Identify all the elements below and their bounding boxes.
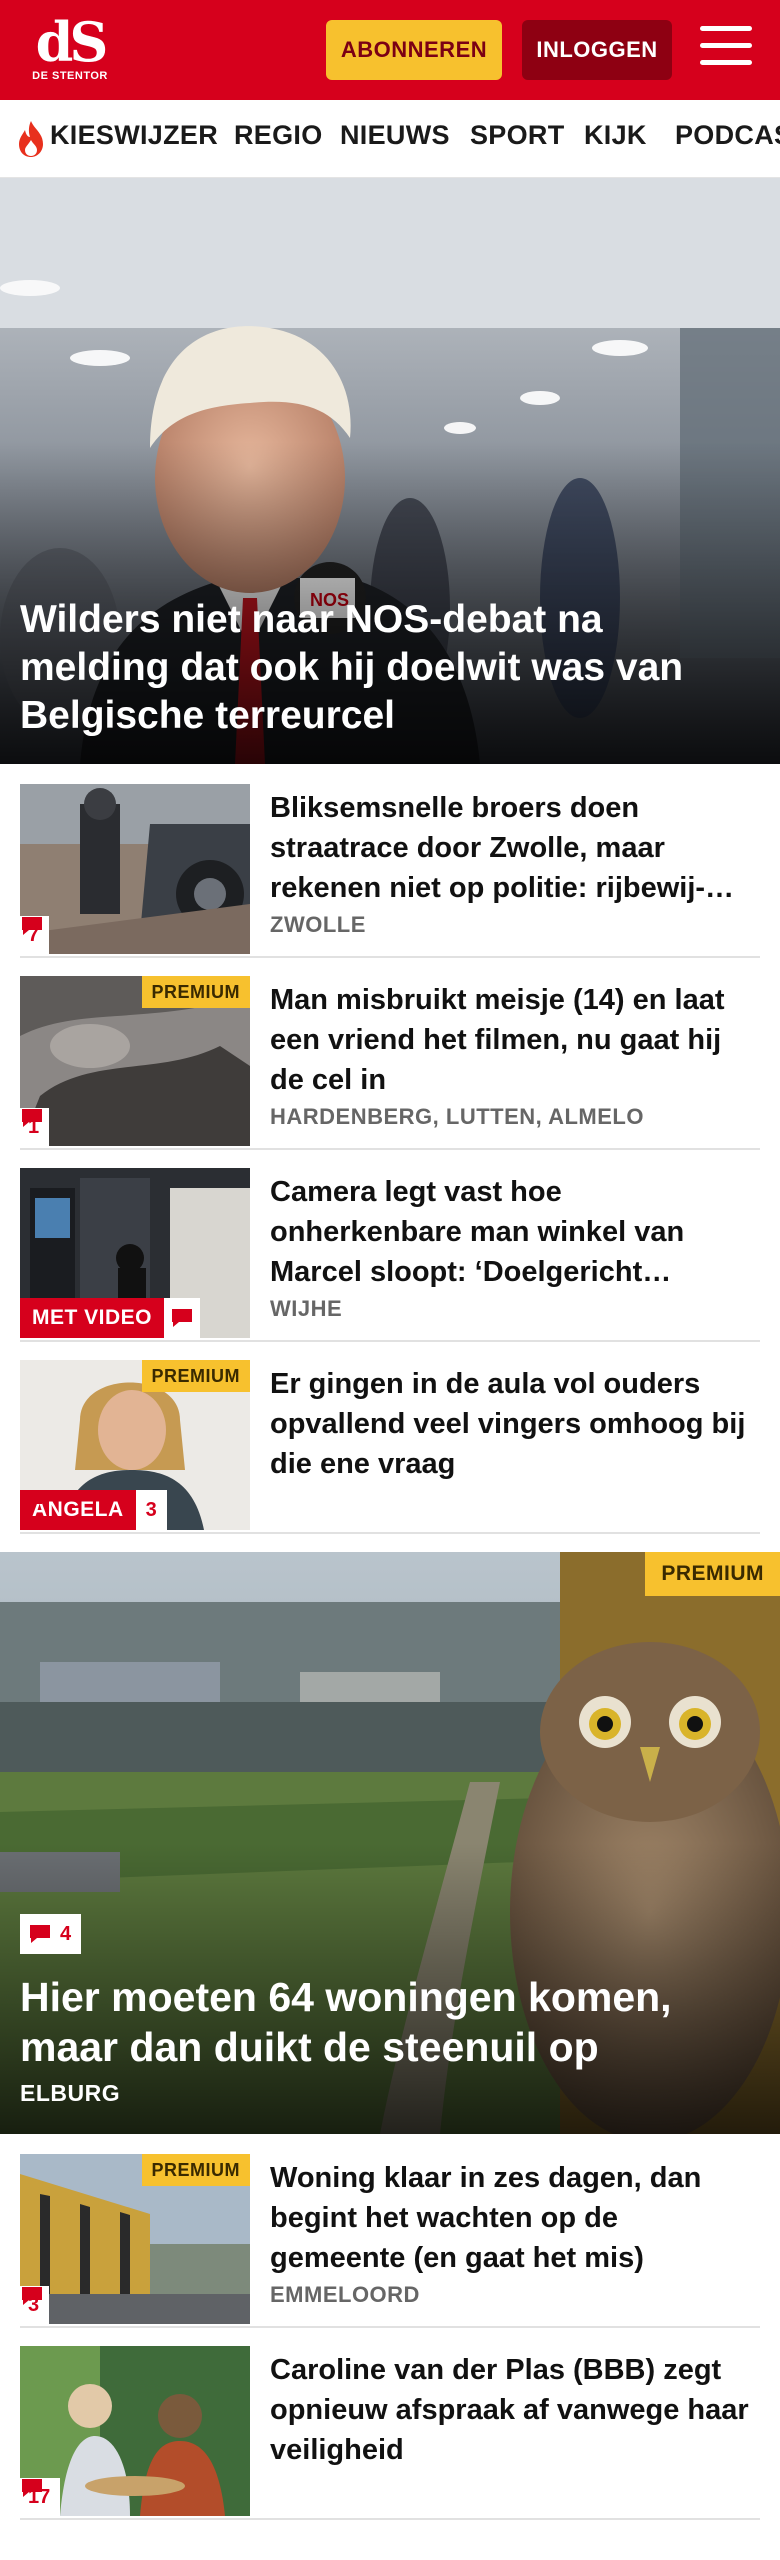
flame-icon <box>19 121 43 157</box>
article-location: EMMELOORD <box>270 2282 420 2307</box>
comment-count-badge[interactable]: 3 <box>20 2286 50 2324</box>
comment-count-badge[interactable]: 1 <box>20 1108 50 1146</box>
nav-item-kieswijzer[interactable]: KIESWIJZER <box>50 120 218 151</box>
article-thumbnail: PREMIUM 3 <box>20 2154 250 2324</box>
nav-item-kijk[interactable]: KIJK <box>584 120 647 151</box>
premium-badge: PREMIUM <box>141 2154 250 2186</box>
nav-item-podcast[interactable]: PODCAST <box>675 120 780 151</box>
nav-item-regio[interactable]: REGIO <box>234 120 323 151</box>
list-item[interactable]: PREMIUM ANGELA 3 Er gingen in de aula vo… <box>20 1360 760 1534</box>
hero-article[interactable]: NOS Wilders niet naar NOS-debat na meldi… <box>0 178 780 764</box>
comment-bubble-icon <box>172 1309 193 1327</box>
video-label-text: MET VIDEO <box>32 1306 153 1329</box>
article-title[interactable]: Camera legt vast hoe onherkenbare man wi… <box>270 1172 750 1292</box>
article-thumbnail: 17 <box>20 2346 250 2516</box>
article-title[interactable]: Er gingen in de aula vol ouders opvallen… <box>270 1364 750 1484</box>
list-item[interactable]: 17 Caroline van der Plas (BBB) zegt opni… <box>20 2346 760 2520</box>
feature-article[interactable]: PREMIUM 4 Hier moeten 64 woningen komen,… <box>0 1552 780 2134</box>
video-label[interactable]: MET VIDEO <box>20 1298 201 1338</box>
subscribe-button[interactable]: ABONNEREN <box>326 20 502 80</box>
article-thumbnail: 7 <box>20 784 250 954</box>
comment-bubble-icon <box>30 1925 50 1943</box>
comment-bubble-icon <box>22 1491 42 1509</box>
section-nav: KIESWIJZER REGIO NIEUWS SPORT KIJK PODCA… <box>0 100 780 178</box>
logo-subtitle: DE STENTOR <box>32 70 108 82</box>
article-thumbnail: MET VIDEO <box>20 1168 250 1338</box>
comment-count-badge[interactable]: 7 <box>20 916 50 954</box>
list-item[interactable]: PREMIUM 1 Man misbruikt meisje (14) en l… <box>20 976 760 1150</box>
logo-mark: dS <box>35 10 109 74</box>
site-header: dS DE STENTOR ABONNEREN INLOGGEN <box>0 0 780 100</box>
article-location: ZWOLLE <box>270 912 366 937</box>
comment-count: 4 <box>60 1922 72 1945</box>
comment-count-badge[interactable]: 4 <box>20 1914 82 1954</box>
list-item[interactable]: MET VIDEO Camera legt vast hoe onherkenb… <box>20 1168 760 1342</box>
article-title[interactable]: Bliksemsnelle broers doen straatrace doo… <box>270 788 750 908</box>
list-item[interactable]: 7 Bliksemsnelle broers doen straatrace d… <box>20 784 760 958</box>
premium-badge: PREMIUM <box>141 1360 250 1392</box>
comment-bubble-icon <box>22 2479 42 2497</box>
feature-title[interactable]: Hier moeten 64 woningen komen, maar dan … <box>20 1972 720 2072</box>
comment-count-badge[interactable]: 17 <box>20 2478 61 2516</box>
premium-badge: PREMIUM <box>141 976 250 1008</box>
login-button[interactable]: INLOGGEN <box>522 20 672 80</box>
hero-title[interactable]: Wilders niet naar NOS-debat na melding d… <box>20 596 740 740</box>
comment-count: 3 <box>145 1498 158 1521</box>
hamburger-icon[interactable] <box>700 26 752 70</box>
premium-badge: PREMIUM <box>645 1552 780 1596</box>
comment-bubble-icon <box>22 1109 42 1127</box>
article-title[interactable]: Man misbruikt meisje (14) en laat een vr… <box>270 980 750 1100</box>
site-logo[interactable]: dS DE STENTOR <box>30 14 110 86</box>
comment-bubble-icon <box>22 917 42 935</box>
article-location: WIJHE <box>270 1296 343 1321</box>
article-thumbnail: PREMIUM ANGELA 3 <box>20 1360 250 1530</box>
article-title[interactable]: Caroline van der Plas (BBB) zegt opnieuw… <box>270 2350 750 2470</box>
list-item[interactable]: PREMIUM 3 Woning klaar in zes dagen, dan… <box>20 2154 760 2328</box>
feature-location: ELBURG <box>20 2080 121 2106</box>
article-thumbnail: PREMIUM 1 <box>20 976 250 1146</box>
article-title[interactable]: Woning klaar in zes dagen, dan begint he… <box>270 2158 750 2278</box>
author-label-text: ANGELA <box>32 1498 124 1521</box>
nav-item-sport[interactable]: SPORT <box>470 120 565 151</box>
article-location: HARDENBERG, LUTTEN, ALMELO <box>270 1104 644 1129</box>
comment-bubble-icon <box>22 2287 42 2305</box>
nav-item-nieuws[interactable]: NIEUWS <box>340 120 450 151</box>
author-label[interactable]: ANGELA 3 <box>20 1490 168 1530</box>
